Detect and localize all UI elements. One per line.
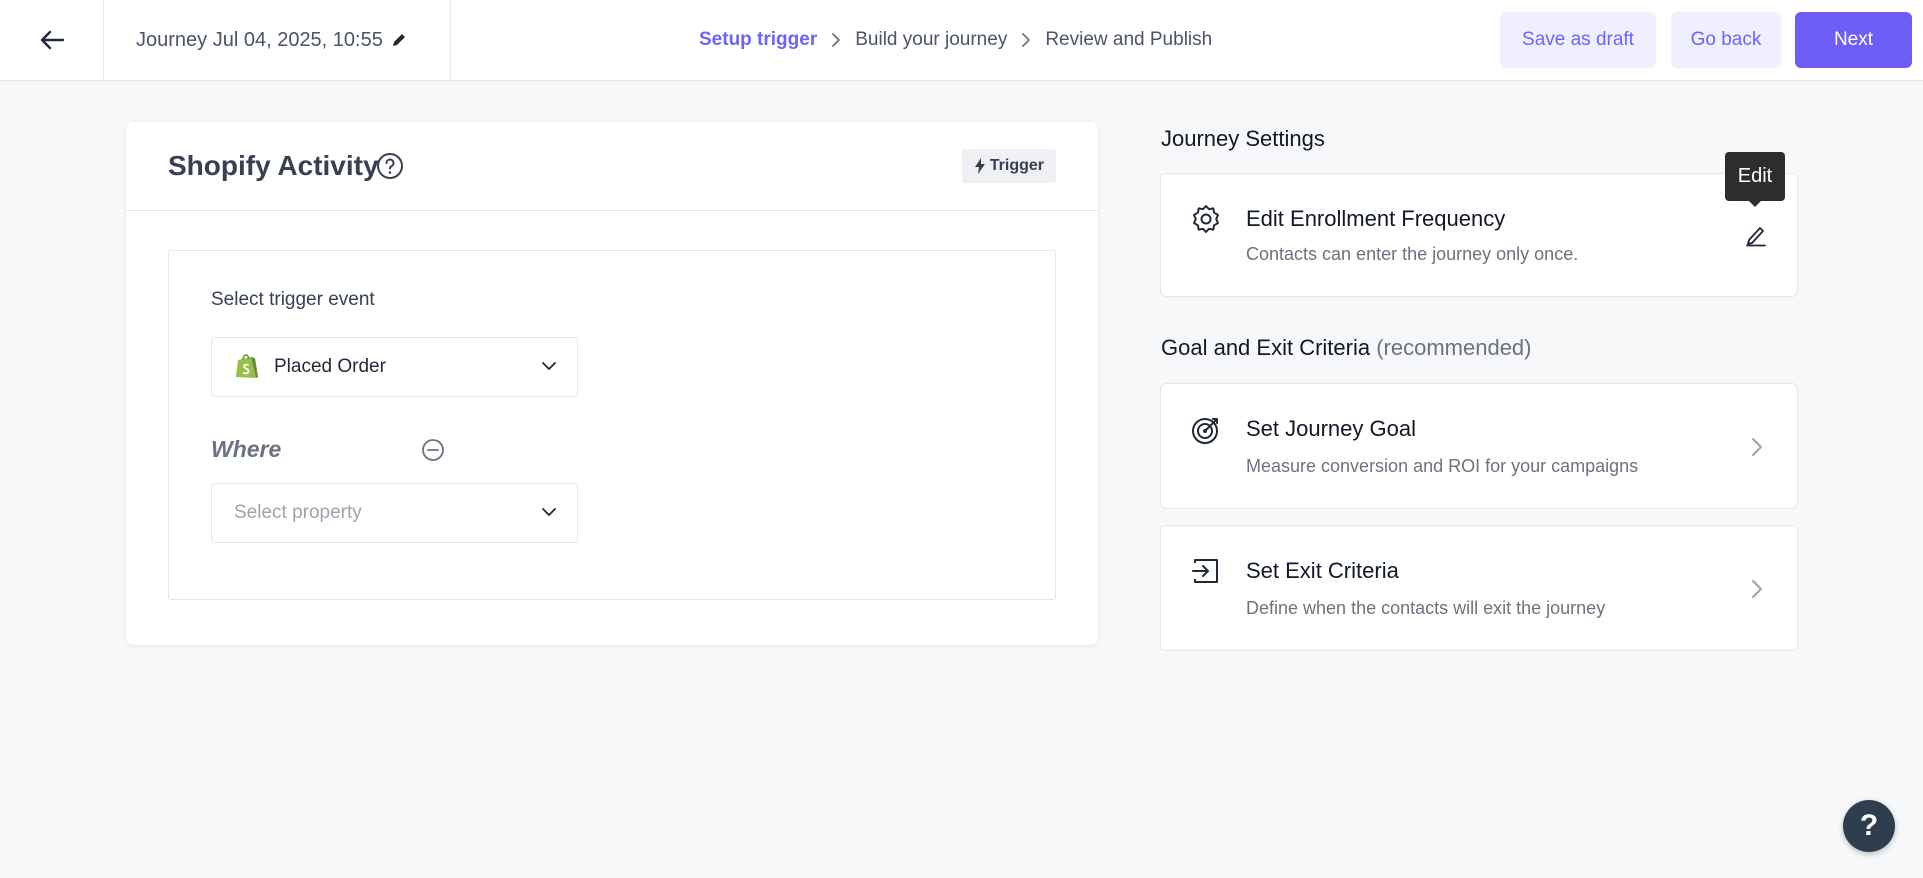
minus-circle-icon[interactable] [421, 438, 445, 462]
journey-title[interactable]: Journey Jul 04, 2025, 10:55 [136, 29, 383, 52]
trigger-event-label: Select trigger event [211, 289, 375, 310]
goal-exit-title: Goal and Exit Criteria (recommended) [1161, 335, 1532, 361]
step-setup-trigger[interactable]: Setup trigger [699, 29, 817, 51]
enrollment-frequency-card[interactable]: Edit Enrollment Frequency Contacts can e… [1160, 173, 1798, 297]
journey-goal-description: Measure conversion and ROI for your camp… [1246, 456, 1639, 476]
property-select[interactable]: Select property [211, 483, 578, 543]
trigger-card: Shopify Activity Trigger Select trigger … [126, 122, 1098, 645]
exit-criteria-description: Define when the contacts will exit the j… [1246, 598, 1606, 618]
top-bar: Journey Jul 04, 2025, 10:55 Setup trigge… [0, 0, 1923, 81]
trigger-card-header: Shopify Activity Trigger [126, 122, 1098, 211]
step-review-publish[interactable]: Review and Publish [1045, 29, 1212, 51]
trigger-badge-label: Trigger [989, 157, 1044, 174]
help-button[interactable]: ? [1843, 800, 1895, 852]
property-placeholder: Select property [234, 502, 362, 523]
chevron-down-icon [541, 506, 557, 518]
enrollment-title: Edit Enrollment Frequency [1246, 206, 1506, 231]
chevron-right-icon [831, 32, 841, 48]
exit-criteria-title: Set Exit Criteria [1246, 558, 1399, 583]
stepper: Setup trigger Build your journey Review … [699, 0, 1212, 80]
help-circle-icon[interactable] [376, 152, 404, 180]
pencil-icon[interactable] [1745, 223, 1767, 247]
exit-icon [1191, 556, 1221, 586]
back-button[interactable] [0, 0, 104, 80]
arrow-left-icon [40, 30, 64, 50]
journey-goal-card[interactable]: Set Journey Goal Measure conversion and … [1160, 383, 1798, 509]
chevron-right-icon [1021, 32, 1031, 48]
go-back-button[interactable]: Go back [1671, 12, 1781, 68]
gear-icon [1191, 204, 1221, 234]
save-draft-button[interactable]: Save as draft [1500, 12, 1656, 68]
journey-goal-title: Set Journey Goal [1246, 416, 1416, 441]
where-label: Where [211, 436, 282, 462]
lightning-icon [974, 158, 985, 174]
chevron-down-icon [541, 360, 557, 372]
chevron-right-icon [1751, 437, 1763, 457]
exit-criteria-card[interactable]: Set Exit Criteria Define when the contac… [1160, 525, 1798, 651]
next-button[interactable]: Next [1795, 12, 1912, 68]
step-build-journey[interactable]: Build your journey [855, 29, 1007, 51]
trigger-event-select[interactable]: Placed Order [211, 337, 578, 397]
goal-exit-subtitle: (recommended) [1376, 335, 1532, 360]
shopify-icon [234, 353, 260, 381]
journey-settings-title: Journey Settings [1161, 126, 1325, 151]
edit-tooltip: Edit [1725, 152, 1785, 201]
chevron-right-icon [1751, 579, 1763, 599]
target-icon [1191, 414, 1223, 446]
card-title: Shopify Activity [168, 150, 379, 181]
pencil-icon[interactable] [391, 32, 407, 48]
goal-exit-heading: Goal and Exit Criteria [1161, 335, 1371, 360]
trigger-badge: Trigger [961, 149, 1056, 183]
trigger-event-value: Placed Order [274, 356, 386, 377]
enrollment-description: Contacts can enter the journey only once… [1246, 244, 1579, 264]
tooltip-arrow [1748, 200, 1762, 207]
journey-title-area: Journey Jul 04, 2025, 10:55 [104, 0, 451, 80]
trigger-config: Select trigger event Placed Order Where [168, 250, 1056, 600]
